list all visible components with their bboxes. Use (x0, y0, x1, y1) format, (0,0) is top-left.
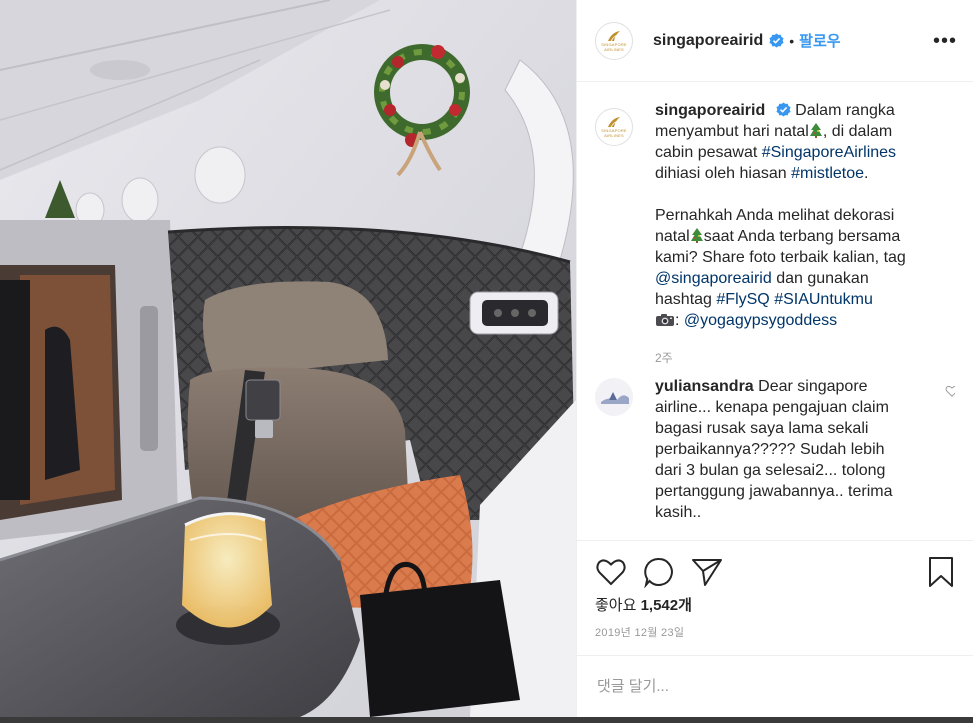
comment-text: yuliansandra Dear singapore airline... k… (655, 376, 915, 523)
mention-link[interactable]: @yogagypsygoddess (684, 312, 837, 329)
likes-label: 좋아요 (595, 597, 637, 614)
post-date[interactable]: 2019년 12월 23일 (595, 624, 684, 640)
christmas-tree-icon (690, 228, 703, 243)
post-author-username[interactable]: singaporeairid (653, 32, 763, 50)
comments-list[interactable]: SINGAPORE AIRLINES singaporeairid Dalam … (595, 100, 955, 540)
comment-bubble-icon[interactable] (643, 556, 675, 588)
comment-body: Dear singapore airline... kenapa pengaju… (655, 378, 893, 521)
post-caption: SINGAPORE AIRLINES singaporeairid Dalam … (595, 100, 955, 331)
add-comment-bar (577, 655, 973, 717)
hashtag-link[interactable]: #SingaporeAirlines (762, 144, 896, 161)
brand-text: SINGAPORE AIRLINES (601, 41, 627, 52)
hashtag-link[interactable]: #FlySQ (716, 291, 769, 308)
caption-text-part: . (864, 165, 869, 182)
action-bar (577, 540, 973, 602)
christmas-tree-icon (809, 123, 822, 138)
separator-dot: • (789, 32, 795, 49)
comment-input[interactable] (597, 678, 953, 695)
mention-link[interactable]: @singaporeairid (655, 270, 772, 287)
likes-number: 1,542개 (640, 597, 692, 614)
caption-text-part: : (675, 312, 684, 329)
cabin-seat-photo (0, 0, 576, 717)
bottom-edge (0, 717, 973, 723)
follow-button[interactable]: 팔로우 (799, 30, 840, 51)
comment-avatar[interactable] (595, 378, 633, 416)
post-age[interactable]: 2주 (655, 349, 955, 366)
comment-username[interactable]: yuliansandra (655, 378, 754, 395)
caption-username[interactable]: singaporeairid (655, 102, 765, 119)
hashtag-link[interactable]: #mistletoe (791, 165, 864, 182)
caption-avatar[interactable]: SINGAPORE AIRLINES (595, 108, 633, 146)
verified-badge-icon (769, 33, 784, 48)
caption-text: singaporeairid Dalam rangka menyambut ha… (655, 100, 915, 331)
singapore-airlines-logo-icon (608, 117, 620, 128)
singapore-airlines-logo-icon (608, 30, 620, 41)
avatar[interactable]: SINGAPORE AIRLINES (595, 21, 633, 60)
post-detail-panel: SINGAPORE AIRLINES singaporeairid • 팔로우 … (576, 0, 973, 717)
paper-plane-icon[interactable] (691, 556, 723, 588)
comment-like-heart-icon[interactable] (945, 384, 955, 398)
likes-count[interactable]: 좋아요 1,542개 (595, 594, 692, 615)
bookmark-icon[interactable] (927, 556, 955, 588)
brand-text: SINGAPORE AIRLINES (601, 128, 627, 138)
camera-icon (656, 314, 674, 326)
caption-text-part: dihiasi oleh hiasan (655, 165, 792, 182)
heart-icon[interactable] (595, 556, 627, 588)
post-header: SINGAPORE AIRLINES singaporeairid • 팔로우 … (577, 0, 973, 82)
post-photo[interactable] (0, 0, 576, 717)
avatar-image (595, 378, 633, 416)
more-options-button[interactable]: ••• (933, 31, 957, 51)
comment-item: yuliansandra Dear singapore airline... k… (595, 376, 955, 523)
hashtag-link[interactable]: #SIAUntukmu (774, 291, 873, 308)
verified-badge-icon (776, 102, 791, 117)
